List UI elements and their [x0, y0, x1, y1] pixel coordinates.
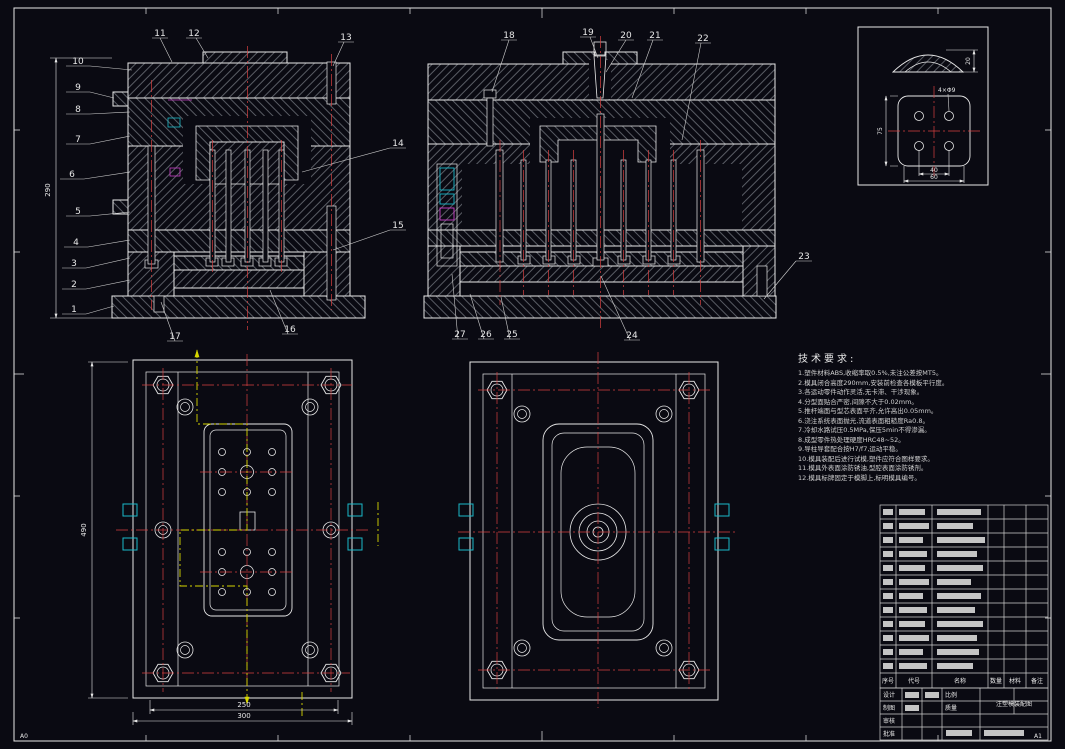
tech-requirement-line: 5.推杆端面与型芯表面平齐,允许高出0.05mm。 [798, 407, 938, 415]
callout-19: 19 [582, 28, 594, 38]
tech-requirement-line: 10.模具装配后进行试模,塑件应符合图样要求。 [798, 454, 934, 463]
titleblock-weight-label: 质量 [945, 704, 957, 712]
tech-requirement-line: 9.导柱导套配合按H7/f7,运动平稳。 [798, 445, 902, 453]
side-lock [714, 537, 730, 551]
titleblock-scale-label: 比例 [945, 691, 957, 699]
callout-17: 17 [169, 332, 180, 342]
guide-pillar [513, 639, 531, 657]
tech-requirement-line: 6.浇注系统表面抛光,流道表面粗糙度Ra0.8。 [798, 416, 929, 425]
section-view-front: 10 9 8 7 6 5 4 3 2 1 11 12 13 14 15 17 1… [44, 29, 406, 342]
side-lock [458, 503, 474, 517]
titleblock-row-check: 审核 [883, 717, 895, 725]
tech-requirement-line: 2.模具闭合高度290mm,安装前检查各模板平行度。 [798, 378, 949, 387]
callout-4: 4 [73, 238, 79, 248]
callout-18: 18 [503, 31, 515, 41]
detail-view: 20 4×Φ9 75 40 60 [857, 26, 989, 186]
tech-requirement-line: 3.各运动零件动作灵活,无卡滞、干涉现象。 [798, 388, 924, 396]
note-hole-spec: 4×Φ9 [938, 87, 956, 94]
callout-8: 8 [75, 105, 81, 115]
bom-header-qty: 数量 [990, 677, 1002, 685]
callout-24: 24 [626, 331, 638, 341]
guide-pillar [655, 405, 673, 423]
plan-view-moving-half: 490 250 300 [80, 349, 379, 725]
guide-bushing [301, 641, 319, 659]
side-lock [347, 503, 363, 517]
callout-5: 5 [75, 207, 81, 217]
guide-bushing [301, 398, 319, 416]
tech-requirement-line: 12.模具标牌固定于模脚上,标明模具编号。 [798, 473, 921, 482]
dim-cap-height: 20 [965, 57, 972, 65]
callout-21: 21 [649, 31, 660, 41]
side-lock [122, 503, 138, 517]
callout-13: 13 [340, 33, 351, 43]
callout-16: 16 [284, 325, 296, 335]
bom-header-no: 序号 [882, 677, 894, 685]
dim-plate-length: 490 [80, 523, 88, 536]
dim-inner-width: 250 [237, 701, 250, 709]
frame-zone-label-right: A1 [1034, 733, 1042, 740]
frame-zone-label-left: A0 [20, 733, 28, 740]
dim-outer-width: 300 [237, 712, 250, 720]
callout-25: 25 [506, 330, 517, 340]
guide-pillar [513, 405, 531, 423]
centerlines [458, 352, 735, 708]
section-view-side: 18 19 20 21 22 23 24 25 26 27 [423, 28, 812, 341]
callout-26: 26 [480, 330, 492, 340]
guide-pillar [655, 639, 673, 657]
tech-requirement-line: 1.塑件材料ABS,收缩率取0.5%,未注公差按MT5。 [798, 369, 943, 377]
tech-requirement-line: 11.模具外表面涂防锈油,型腔表面涂防锈剂。 [798, 464, 928, 472]
callout-27: 27 [454, 330, 465, 340]
side-lock [347, 537, 363, 551]
bom-table: 序号 代号 名称 数量 材料 备注 [879, 504, 1049, 689]
tech-requirement-line: 7.冷却水路试压0.5MPa,保压5min不得渗漏。 [798, 426, 931, 434]
title-block: 设计 制图 审核 批准 比例 质量 注塑模装配图 [879, 687, 1049, 741]
callout-11: 11 [154, 29, 165, 39]
callout-10: 10 [72, 57, 84, 67]
dim-mold-height: 290 [44, 183, 52, 196]
dim-detail-height: 75 [877, 127, 884, 135]
bom-header-code: 代号 [908, 677, 920, 685]
cap-part-section [891, 54, 965, 73]
titleblock-row-design: 设计 [883, 691, 895, 699]
dim-detail-width: 60 [930, 174, 938, 181]
plan-view-fixed-half [458, 352, 735, 708]
side-lock [122, 537, 138, 551]
titleblock-row-approve: 批准 [883, 730, 895, 738]
callout-1: 1 [71, 305, 77, 315]
cavity-outline [203, 423, 293, 617]
callout-2: 2 [71, 280, 77, 290]
guide-bushing [176, 641, 194, 659]
callout-9: 9 [75, 83, 81, 93]
bom-header-material: 材料 [1009, 677, 1021, 685]
titleblock-drawing-title: 注塑模装配图 [996, 700, 1032, 708]
side-lock [714, 503, 730, 517]
section-cut-line [179, 349, 250, 705]
sprue-puller-hole [239, 511, 256, 531]
bom-header-remark: 备注 [1031, 677, 1043, 685]
callout-12: 12 [188, 29, 199, 39]
titleblock-row-draw: 制图 [883, 704, 895, 712]
tech-requirement-line: 8.成型零件热处理硬度HRC48~52。 [798, 435, 905, 444]
tech-requirement-line: 4.分型面贴合严密,间隙不大于0.02mm。 [798, 397, 918, 406]
tech-requirements-title: 技术要求: [798, 354, 857, 365]
callout-6: 6 [69, 170, 75, 180]
side-lock [458, 537, 474, 551]
tech-requirements: 技术要求: 1.塑件材料ABS,收缩率取0.5%,未注公差按MT5。 2.模具闭… [798, 350, 1016, 483]
dim-hole-spacing: 40 [930, 167, 938, 174]
callout-3: 3 [71, 259, 77, 269]
callout-15: 15 [392, 221, 403, 231]
callout-7: 7 [75, 135, 81, 145]
bom-header-name: 名称 [954, 677, 966, 685]
callout-23: 23 [798, 252, 809, 262]
guide-bushing [176, 398, 194, 416]
centerlines [116, 354, 370, 704]
callout-20: 20 [620, 31, 632, 41]
callout-14: 14 [392, 139, 404, 149]
callout-22: 22 [697, 34, 708, 44]
